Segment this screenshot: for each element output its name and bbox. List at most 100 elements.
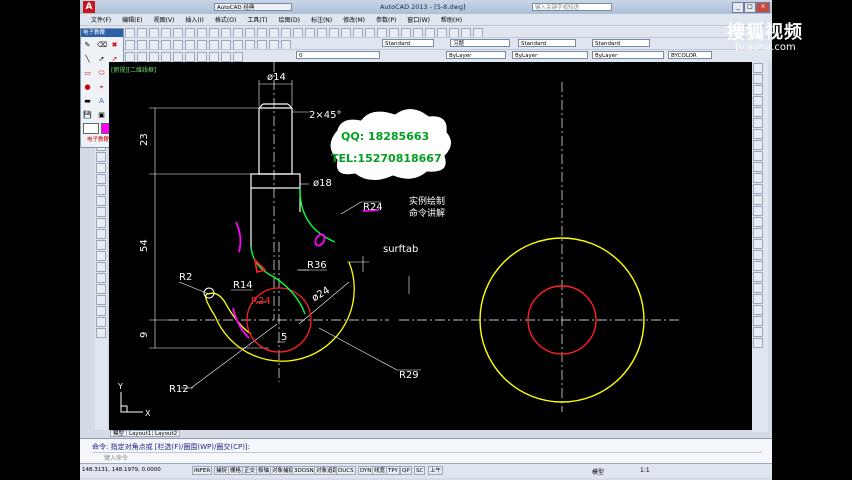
- draw-tool-icon[interactable]: [96, 328, 106, 338]
- layer-tool-icon[interactable]: [221, 52, 231, 62]
- layer-tool-icon[interactable]: [161, 52, 171, 62]
- status-toggle[interactable]: 正交: [242, 466, 258, 475]
- menu-item[interactable]: 格式(O): [215, 15, 236, 24]
- maximize-button[interactable]: □: [744, 2, 756, 13]
- layer-select[interactable]: 0: [296, 51, 380, 59]
- clear-tool-icon[interactable]: ✖: [110, 41, 119, 49]
- modify-tool-icon[interactable]: [753, 140, 763, 150]
- modify-tool-icon[interactable]: [753, 316, 763, 326]
- layer-tool-icon[interactable]: [125, 52, 135, 62]
- modify-tool-icon[interactable]: [753, 217, 763, 227]
- dot-tool-icon[interactable]: ●: [83, 83, 92, 91]
- coordinate-readout[interactable]: 148.3131, 148.1979, 0.0000: [82, 467, 161, 473]
- draw-tool-icon[interactable]: [96, 273, 106, 283]
- layer-tool-icon[interactable]: [197, 52, 207, 62]
- draw-tool-icon[interactable]: [96, 262, 106, 272]
- modify-tool-icon[interactable]: [753, 294, 763, 304]
- save-tool-icon[interactable]: 💾: [83, 111, 92, 119]
- modify-tool-icon[interactable]: [753, 85, 763, 95]
- layer-tool-icon[interactable]: [149, 52, 159, 62]
- modify-tool-icon[interactable]: [753, 107, 763, 117]
- menu-item[interactable]: 文件(F): [91, 15, 111, 24]
- modify-tool-icon[interactable]: [753, 272, 763, 282]
- plotstyle-select[interactable]: BYCOLOR: [668, 51, 712, 59]
- table-style-select[interactable]: Standard: [518, 39, 576, 47]
- linetype-select[interactable]: ByLayer: [512, 51, 588, 59]
- modify-tool-icon[interactable]: [753, 283, 763, 293]
- menu-item[interactable]: 参数(P): [376, 15, 396, 24]
- menu-item[interactable]: 绘图(D): [279, 15, 300, 24]
- color-select[interactable]: ByLayer: [446, 51, 506, 59]
- draw-tool-icon[interactable]: [96, 306, 106, 316]
- layer-tool-icon[interactable]: [173, 52, 183, 62]
- highlight-tool-icon[interactable]: ⌖: [97, 83, 106, 91]
- modify-tool-icon[interactable]: [753, 327, 763, 337]
- modify-tool-icon[interactable]: [753, 74, 763, 84]
- menu-item[interactable]: 修改(M): [343, 15, 365, 24]
- draw-tool-icon[interactable]: [96, 185, 106, 195]
- draw-tool-icon[interactable]: [96, 174, 106, 184]
- viewport-label[interactable]: [俯视][二维线框]: [111, 66, 156, 74]
- workspace-select[interactable]: AutoCAD 经典: [214, 3, 292, 11]
- draw-tool-icon[interactable]: [96, 317, 106, 327]
- status-toggle[interactable]: 极轴: [256, 466, 272, 475]
- status-toggle[interactable]: DUCS: [336, 466, 356, 475]
- line-tool-icon[interactable]: ╲: [83, 55, 92, 63]
- menu-item[interactable]: 帮助(H): [441, 15, 462, 24]
- menu-item[interactable]: 窗口(W): [407, 15, 430, 24]
- drawing-canvas[interactable]: [俯视][二维线框] QQ: 18285663 TEL:15270818667 …: [109, 62, 752, 430]
- arrow-tool-icon[interactable]: ➚: [97, 55, 106, 63]
- model-button[interactable]: 模型: [592, 467, 604, 476]
- modify-tool-icon[interactable]: [753, 239, 763, 249]
- text-tool-icon[interactable]: A: [97, 97, 106, 105]
- status-toggle[interactable]: TPY: [386, 466, 400, 475]
- layer-tool-icon[interactable]: [137, 52, 147, 62]
- menu-item[interactable]: 工具(T): [247, 15, 267, 24]
- pen-tool-icon[interactable]: ✎: [83, 41, 92, 49]
- modify-tool-icon[interactable]: [753, 118, 763, 128]
- search-input[interactable]: 键入关键字或短语: [532, 3, 612, 11]
- mleader-style-select[interactable]: Standard: [592, 39, 650, 47]
- menu-item[interactable]: 标注(N): [311, 15, 332, 24]
- layer-tool-icon[interactable]: [185, 52, 195, 62]
- status-toggle[interactable]: 线宽: [372, 466, 388, 475]
- eraser-tool-icon[interactable]: ⌫: [97, 41, 107, 49]
- modify-tool-icon[interactable]: [753, 151, 763, 161]
- rect-tool-icon[interactable]: ▭: [83, 69, 92, 77]
- draw-tool-icon[interactable]: [96, 240, 106, 250]
- menu-item[interactable]: 插入(I): [185, 15, 203, 24]
- layer-tool-icon[interactable]: [209, 52, 219, 62]
- modify-tool-icon[interactable]: [753, 129, 763, 139]
- modify-tool-icon[interactable]: [753, 184, 763, 194]
- modify-tool-icon[interactable]: [753, 261, 763, 271]
- status-toggle[interactable]: SC: [414, 466, 426, 475]
- draw-tool-icon[interactable]: [96, 295, 106, 305]
- status-toggle[interactable]: INFER: [192, 466, 213, 475]
- draw-tool-icon[interactable]: [96, 284, 106, 294]
- draw-tool-icon[interactable]: [96, 251, 106, 261]
- modify-tool-icon[interactable]: [753, 338, 763, 348]
- modify-tool-icon[interactable]: [753, 228, 763, 238]
- draw-tool-icon[interactable]: [96, 229, 106, 239]
- modify-tool-icon[interactable]: [753, 162, 763, 172]
- app-logo-icon[interactable]: A: [83, 1, 95, 13]
- menu-item[interactable]: 编辑(E): [122, 15, 142, 24]
- screen-tool-icon[interactable]: ▣: [97, 111, 106, 119]
- close-button[interactable]: ×: [756, 2, 770, 13]
- modify-tool-icon[interactable]: [753, 96, 763, 106]
- draw-tool-icon[interactable]: [96, 207, 106, 217]
- draw-tool-icon[interactable]: [96, 152, 106, 162]
- modify-tool-icon[interactable]: [753, 206, 763, 216]
- status-toggle[interactable]: 栅格: [228, 466, 244, 475]
- draw-tool-icon[interactable]: [96, 163, 106, 173]
- text-style-select[interactable]: Standard: [382, 39, 434, 47]
- minimize-button[interactable]: _: [732, 2, 744, 13]
- modify-tool-icon[interactable]: [753, 173, 763, 183]
- marker-tool-icon[interactable]: ▬: [83, 97, 92, 105]
- layer-tool-icon[interactable]: [233, 52, 243, 62]
- status-toggle[interactable]: 上午: [428, 466, 444, 475]
- modify-tool-icon[interactable]: [753, 250, 763, 260]
- modify-tool-icon[interactable]: [753, 195, 763, 205]
- dim-style-select[interactable]: 习题: [450, 39, 510, 47]
- tab-model[interactable]: 模型: [110, 430, 128, 437]
